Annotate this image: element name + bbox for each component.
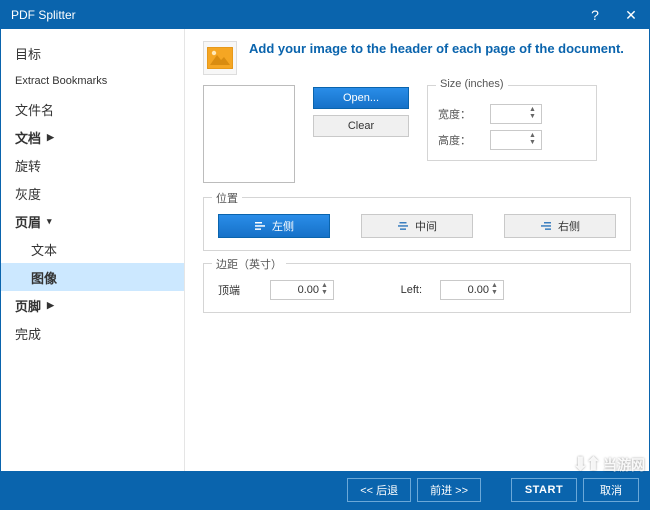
- chevron-right-icon: ▶: [47, 132, 54, 143]
- sidebar-item-label: 目标: [15, 44, 41, 63]
- app-window: PDF Splitter ? ✕ 目标 Extract Bookmarks 文件…: [0, 0, 650, 510]
- position-center-label: 中间: [415, 218, 437, 234]
- sidebar-item-label: 完成: [15, 324, 41, 343]
- width-input[interactable]: ▲▼: [490, 104, 542, 124]
- sidebar-item-header[interactable]: 页眉 ▾: [1, 207, 184, 235]
- spinner-arrows-icon[interactable]: ▲▼: [491, 282, 501, 296]
- spinner-arrows-icon[interactable]: ▲▼: [529, 132, 539, 146]
- sidebar-item-filename[interactable]: 文件名: [1, 95, 184, 123]
- image-icon: [203, 41, 237, 75]
- sidebar-item-finish[interactable]: 完成: [1, 319, 184, 347]
- chevron-right-icon: ▶: [47, 300, 54, 311]
- page-header: Add your image to the header of each pag…: [203, 41, 631, 75]
- margin-left-label: Left:: [382, 284, 422, 296]
- sidebar-item-label: 旋转: [15, 156, 41, 175]
- margin-group-title: 边距（英寸）: [212, 256, 286, 272]
- sidebar-item-label: 页眉: [15, 212, 41, 231]
- position-group: 位置 左侧: [203, 197, 631, 251]
- page-title: Add your image to the header of each pag…: [249, 41, 624, 57]
- sidebar-item-header-text[interactable]: 文本: [1, 235, 184, 263]
- chevron-down-icon: ▾: [47, 216, 52, 227]
- open-button[interactable]: Open...: [313, 87, 409, 109]
- size-width-row: 宽度： ▲▼: [438, 104, 586, 124]
- next-button[interactable]: 前进 >>: [417, 478, 481, 502]
- position-group-title: 位置: [212, 190, 242, 206]
- width-label: 宽度：: [438, 106, 482, 122]
- height-label: 高度：: [438, 132, 482, 148]
- sidebar-item-header-image[interactable]: 图像: [1, 263, 184, 291]
- size-group-title: Size (inches): [436, 78, 508, 90]
- height-input[interactable]: ▲▼: [490, 130, 542, 150]
- sidebar-item-footer[interactable]: 页脚 ▶: [1, 291, 184, 319]
- titlebar: PDF Splitter ? ✕: [1, 1, 649, 29]
- image-preview: [203, 85, 295, 183]
- size-group: Size (inches) 宽度： ▲▼ 高度： ▲▼: [427, 85, 597, 161]
- cancel-button[interactable]: 取消: [583, 478, 639, 502]
- close-button[interactable]: ✕: [613, 1, 649, 29]
- sidebar-item-label: 图像: [31, 268, 57, 287]
- position-left-button[interactable]: 左侧: [218, 214, 330, 238]
- sidebar-item-label: 页脚: [15, 296, 41, 315]
- image-buttons: Open... Clear: [313, 87, 409, 137]
- position-left-label: 左侧: [272, 218, 294, 234]
- margin-group: 边距（英寸） 顶端 0.00 ▲▼ Left: 0.00 ▲▼: [203, 263, 631, 313]
- size-height-row: 高度： ▲▼: [438, 130, 586, 150]
- window-title: PDF Splitter: [1, 8, 577, 22]
- sidebar-item-label: 文档: [15, 128, 41, 147]
- margin-top-value: 0.00: [298, 284, 319, 296]
- sidebar: 目标 Extract Bookmarks 文件名 文档 ▶ 旋转 灰度 页眉 ▾: [1, 29, 185, 471]
- sidebar-item-label: 文本: [31, 240, 57, 259]
- sidebar-item-label: 灰度: [15, 184, 41, 203]
- sidebar-item-grayscale[interactable]: 灰度: [1, 179, 184, 207]
- wizard-footer: << 后退 前进 >> START 取消: [1, 471, 649, 509]
- sidebar-item-label: 文件名: [15, 100, 54, 119]
- position-row: 左侧 中间: [214, 212, 620, 240]
- margin-left-input[interactable]: 0.00 ▲▼: [440, 280, 504, 300]
- window-body: 目标 Extract Bookmarks 文件名 文档 ▶ 旋转 灰度 页眉 ▾: [1, 29, 649, 471]
- sidebar-item-destination[interactable]: 目标: [1, 39, 184, 67]
- sidebar-item-document[interactable]: 文档 ▶: [1, 123, 184, 151]
- margin-left-value: 0.00: [468, 284, 489, 296]
- margin-top-input[interactable]: 0.00 ▲▼: [270, 280, 334, 300]
- align-center-icon: [397, 220, 409, 232]
- position-center-button[interactable]: 中间: [361, 214, 473, 238]
- align-left-icon: [254, 220, 266, 232]
- position-right-button[interactable]: 右侧: [504, 214, 616, 238]
- upper-row: Open... Clear Size (inches) 宽度： ▲▼ 高度：: [203, 85, 631, 183]
- spinner-arrows-icon[interactable]: ▲▼: [529, 106, 539, 120]
- margin-row: 顶端 0.00 ▲▼ Left: 0.00 ▲▼: [214, 278, 620, 302]
- sidebar-item-rotate[interactable]: 旋转: [1, 151, 184, 179]
- content-pane: Add your image to the header of each pag…: [185, 29, 649, 471]
- clear-button[interactable]: Clear: [313, 115, 409, 137]
- spinner-arrows-icon[interactable]: ▲▼: [321, 282, 331, 296]
- align-right-icon: [540, 220, 552, 232]
- sidebar-item-extract-bookmarks[interactable]: Extract Bookmarks: [1, 67, 184, 95]
- back-button[interactable]: << 后退: [347, 478, 411, 502]
- sidebar-item-label: Extract Bookmarks: [15, 75, 107, 87]
- start-button[interactable]: START: [511, 478, 577, 502]
- position-right-label: 右侧: [558, 218, 580, 234]
- margin-top-label: 顶端: [218, 282, 252, 298]
- help-button[interactable]: ?: [577, 1, 613, 29]
